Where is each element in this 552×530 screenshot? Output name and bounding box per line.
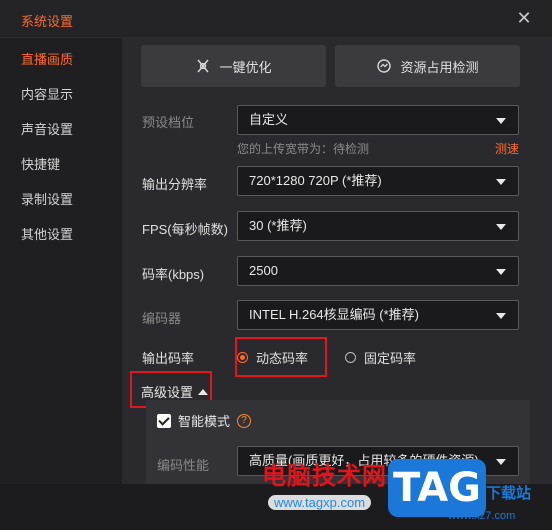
highlight-box-dynamic-bitrate xyxy=(235,337,327,377)
chevron-down-icon xyxy=(496,459,506,465)
sidebar-item-other[interactable]: 其他设置 xyxy=(21,224,73,243)
bitrate-select[interactable]: 2500 xyxy=(237,256,519,286)
wand-icon xyxy=(195,58,211,74)
chevron-down-icon xyxy=(496,118,506,124)
smart-mode-label: 智能模式 xyxy=(178,414,231,429)
one-click-optimize-button[interactable]: 一键优化 xyxy=(141,45,326,87)
gauge-icon xyxy=(376,58,392,74)
encoder-value: INTEL H.264核显编码 (*推荐) xyxy=(249,307,419,322)
preset-label: 预设档位 xyxy=(142,115,195,130)
resource-usage-check-button[interactable]: 资源占用检测 xyxy=(335,45,520,87)
bitrate-label: 码率(kbps) xyxy=(142,267,205,282)
sidebar-item-live-quality[interactable]: 直播画质 xyxy=(21,49,73,68)
watermark-text: 电脑技术网 xyxy=(262,462,387,490)
title-bar: 系统设置 ✕ xyxy=(0,0,552,38)
one-click-optimize-label: 一键优化 xyxy=(219,59,272,75)
chevron-down-icon xyxy=(496,224,506,230)
chevron-down-icon xyxy=(496,179,506,185)
fixed-bitrate-radio[interactable]: 固定码率 xyxy=(345,348,416,367)
resolution-label: 输出分辨率 xyxy=(142,177,208,192)
encoder-label: 编码器 xyxy=(142,311,182,326)
resolution-select[interactable]: 720*1280 720P (*推荐) xyxy=(237,166,519,196)
encode-performance-label: 编码性能 xyxy=(157,458,210,473)
watermark-site: 下载站 xyxy=(486,485,532,502)
fps-value: 30 (*推荐) xyxy=(249,218,307,233)
preset-select[interactable]: 自定义 xyxy=(237,105,519,135)
sidebar-item-shortcuts[interactable]: 快捷键 xyxy=(21,154,60,173)
sidebar: 直播画质 内容显示 声音设置 快捷键 录制设置 其他设置 xyxy=(0,38,122,484)
close-icon[interactable]: ✕ xyxy=(514,8,534,28)
chevron-down-icon xyxy=(496,313,506,319)
window-title: 系统设置 xyxy=(21,14,74,29)
watermark-logo: TAG xyxy=(388,459,486,517)
bitrate-value: 2500 xyxy=(249,263,278,278)
smart-mode-row[interactable]: 智能模式 ? xyxy=(157,411,252,430)
preset-value: 自定义 xyxy=(249,112,289,127)
watermark-url: www.tagxp.com xyxy=(268,495,372,510)
radio-unselected-icon xyxy=(345,352,356,363)
upload-bandwidth-hint: 您的上传宽带为：待检测 xyxy=(237,142,370,156)
chevron-down-icon xyxy=(496,269,506,275)
help-icon[interactable]: ? xyxy=(237,413,252,428)
resource-usage-check-label: 资源占用检测 xyxy=(400,59,479,75)
encoder-select[interactable]: INTEL H.264核显编码 (*推荐) xyxy=(237,300,519,330)
resolution-value: 720*1280 720P (*推荐) xyxy=(249,173,382,188)
sidebar-item-recording[interactable]: 录制设置 xyxy=(21,189,73,208)
fps-select[interactable]: 30 (*推荐) xyxy=(237,211,519,241)
fps-label: FPS(每秒帧数) xyxy=(142,222,228,237)
output-rate-label: 输出码率 xyxy=(142,351,195,366)
fixed-bitrate-label: 固定码率 xyxy=(364,351,417,366)
sidebar-item-sound[interactable]: 声音设置 xyxy=(21,119,73,138)
watermark-domain: www.xz7.com xyxy=(448,510,516,522)
speed-test-link[interactable]: 测速 xyxy=(495,140,519,157)
sidebar-item-content-display[interactable]: 内容显示 xyxy=(21,84,73,103)
checkbox-checked-icon[interactable] xyxy=(157,413,171,428)
